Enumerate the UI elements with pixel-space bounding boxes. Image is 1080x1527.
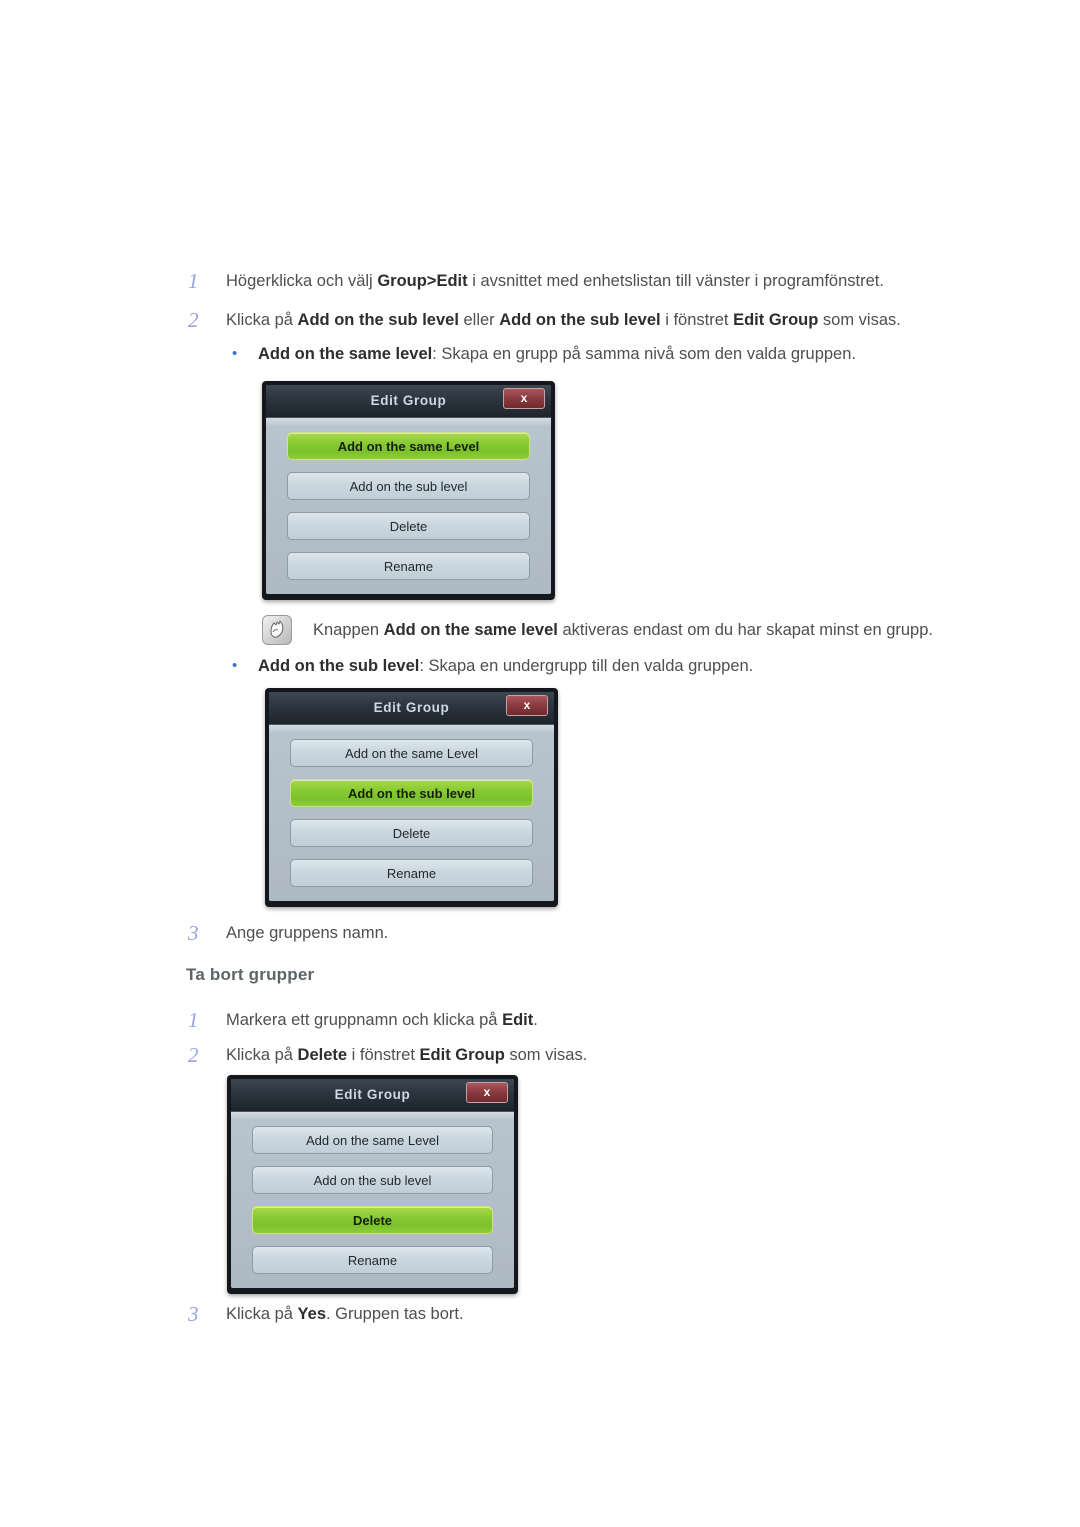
dialog-inner: Edit Group x Add on the same Level Add o… bbox=[266, 385, 551, 594]
dialog-titlebar[interactable]: Edit Group x bbox=[231, 1079, 514, 1112]
step-row-create-2: 2 Klicka på Add on the sub level eller A… bbox=[186, 307, 901, 333]
edit-group-dialog-sub-level[interactable]: Edit Group x Add on the same Level Add o… bbox=[265, 688, 558, 907]
step-text: Klicka på Delete i fönstret Edit Group s… bbox=[226, 1046, 588, 1064]
step-number: 1 bbox=[188, 269, 199, 293]
bullet-row-same-level: Add on the same level: Skapa en grupp på… bbox=[232, 341, 856, 367]
add-on-same-level-button[interactable]: Add on the same Level bbox=[290, 739, 533, 767]
add-on-sub-level-button[interactable]: Add on the sub level bbox=[290, 779, 533, 807]
step-text: Klicka på Add on the sub level eller Add… bbox=[226, 311, 901, 329]
bullet-text: Add on the same level: Skapa en grupp på… bbox=[258, 345, 856, 363]
bullet-row-sub-level: Add on the sub level: Skapa en undergrup… bbox=[232, 653, 753, 679]
note-text: Knappen Add on the same level aktiveras … bbox=[313, 621, 933, 639]
edit-group-dialog-same-level[interactable]: Edit Group x Add on the same Level Add o… bbox=[262, 381, 555, 600]
page-title-delete-groups: Ta bort grupper bbox=[186, 965, 315, 984]
add-on-sub-level-button[interactable]: Add on the sub level bbox=[252, 1166, 493, 1194]
rename-button[interactable]: Rename bbox=[290, 859, 533, 887]
step-text: Ange gruppens namn. bbox=[226, 924, 389, 942]
dialog-inner: Edit Group x Add on the same Level Add o… bbox=[231, 1079, 514, 1288]
step-row-create-1: 1 Högerklicka och välj Group>Edit i avsn… bbox=[186, 268, 884, 294]
dialog-body: Add on the same Level Add on the sub lev… bbox=[266, 418, 551, 594]
dialog-titlebar[interactable]: Edit Group x bbox=[269, 692, 554, 725]
step-number: 1 bbox=[188, 1008, 199, 1032]
note-row: Knappen Add on the same level aktiveras … bbox=[262, 615, 933, 645]
step-number: 3 bbox=[188, 1302, 199, 1326]
close-icon[interactable]: x bbox=[506, 695, 548, 716]
step-row-delete-3: 3 Klicka på Yes. Gruppen tas bort. bbox=[186, 1301, 464, 1327]
step-number: 2 bbox=[188, 1043, 199, 1067]
note-pen-icon bbox=[262, 615, 292, 645]
add-on-same-level-button[interactable]: Add on the same Level bbox=[252, 1126, 493, 1154]
step-row-create-3: 3 Ange gruppens namn. bbox=[186, 920, 388, 946]
manual-page: 1 Högerklicka och välj Group>Edit i avsn… bbox=[0, 0, 1080, 1527]
step-text: Markera ett gruppnamn och klicka på Edit… bbox=[226, 1011, 538, 1029]
bullet-dot-icon bbox=[232, 341, 258, 367]
step-row-delete-2: 2 Klicka på Delete i fönstret Edit Group… bbox=[186, 1042, 587, 1068]
dialog-titlebar[interactable]: Edit Group x bbox=[266, 385, 551, 418]
step-row-delete-1: 1 Markera ett gruppnamn och klicka på Ed… bbox=[186, 1007, 538, 1033]
bullet-dot-icon bbox=[232, 653, 258, 679]
add-on-sub-level-button[interactable]: Add on the sub level bbox=[287, 472, 530, 500]
add-on-same-level-button[interactable]: Add on the same Level bbox=[287, 432, 530, 460]
delete-button[interactable]: Delete bbox=[290, 819, 533, 847]
close-icon[interactable]: x bbox=[466, 1082, 508, 1103]
edit-group-dialog-delete[interactable]: Edit Group x Add on the same Level Add o… bbox=[227, 1075, 518, 1294]
dialog-inner: Edit Group x Add on the same Level Add o… bbox=[269, 692, 554, 901]
step-text: Klicka på Yes. Gruppen tas bort. bbox=[226, 1305, 464, 1323]
dialog-body: Add on the same Level Add on the sub lev… bbox=[231, 1112, 514, 1288]
delete-button[interactable]: Delete bbox=[252, 1206, 493, 1234]
dialog-body: Add on the same Level Add on the sub lev… bbox=[269, 725, 554, 901]
rename-button[interactable]: Rename bbox=[252, 1246, 493, 1274]
step-text: Högerklicka och välj Group>Edit i avsnit… bbox=[226, 272, 884, 290]
delete-button[interactable]: Delete bbox=[287, 512, 530, 540]
close-icon[interactable]: x bbox=[503, 388, 545, 409]
step-number: 3 bbox=[188, 921, 199, 945]
bullet-text: Add on the sub level: Skapa en undergrup… bbox=[258, 657, 754, 675]
rename-button[interactable]: Rename bbox=[287, 552, 530, 580]
step-number: 2 bbox=[188, 308, 199, 332]
